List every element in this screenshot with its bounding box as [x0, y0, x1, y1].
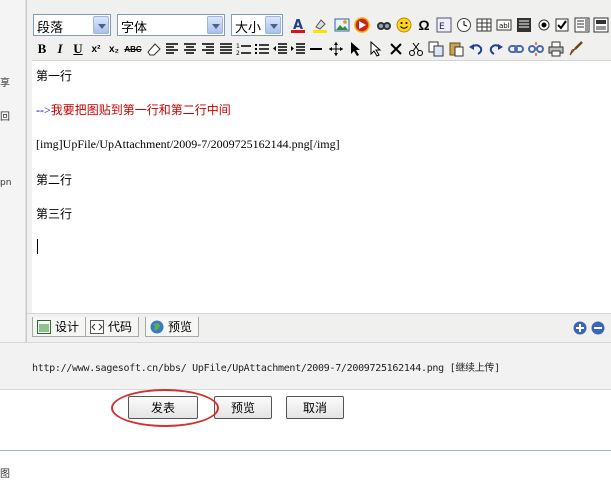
media-icon[interactable]: [515, 16, 533, 34]
collapse-icon[interactable]: [589, 319, 607, 337]
link-icon[interactable]: [507, 40, 525, 58]
align-right-icon[interactable]: [199, 40, 217, 58]
text-field-icon[interactable]: abl: [495, 16, 513, 34]
italic-icon[interactable]: I: [51, 40, 69, 58]
post-editor-page: 享 回 pn 0 段落 字体 大小 A: [0, 0, 611, 480]
attachment-path[interactable]: http://www.sagesoft.cn/bbs/ UpFile/UpAtt…: [32, 359, 500, 374]
tab-design-label: 设计: [55, 320, 80, 334]
outdent-icon[interactable]: [271, 40, 289, 58]
editor-content-area[interactable]: 第一行 -->我要把图贴到第一行和第二行中间 [img]UpFile/UpAtt…: [32, 60, 611, 313]
highlight-icon[interactable]: [311, 16, 329, 34]
content-line: 第一行: [36, 69, 73, 83]
highlight-circle: [111, 389, 219, 427]
bold-icon[interactable]: B: [33, 40, 51, 58]
unordered-list-icon[interactable]: [253, 40, 271, 58]
copy-icon[interactable]: [427, 40, 445, 58]
cursor-icon[interactable]: [367, 40, 385, 58]
cross-icon[interactable]: [387, 40, 405, 58]
editor-mode-bar: 设计 代码 预览: [27, 313, 611, 342]
unlink-icon[interactable]: [527, 40, 545, 58]
content-img-tag: [img]UpFile/UpAttachment/2009-7/20097251…: [36, 137, 340, 151]
special-char-icon[interactable]: E: [435, 16, 453, 34]
undo-icon[interactable]: [467, 40, 485, 58]
font-size-select[interactable]: 大小: [231, 14, 283, 36]
content-line: 第二行: [36, 173, 73, 187]
cut-icon[interactable]: [407, 40, 425, 58]
more-icon[interactable]: [592, 16, 610, 34]
toolbar-row-1: 段落 字体 大小 A Ω E abl: [33, 14, 611, 38]
gutter-label: 回: [0, 112, 10, 123]
code-icon: [90, 319, 104, 334]
font-family-select[interactable]: 字体: [117, 14, 225, 36]
tab-design[interactable]: 设计: [32, 317, 87, 337]
cursor-select-icon[interactable]: [347, 40, 365, 58]
brush-icon[interactable]: [567, 40, 585, 58]
redo-icon[interactable]: [487, 40, 505, 58]
omega-icon[interactable]: Ω: [415, 16, 433, 34]
svg-text:2: 2: [236, 50, 240, 57]
tab-code-label: 代码: [108, 320, 133, 334]
checkbox-icon[interactable]: [553, 16, 571, 34]
attachment-row: http://www.sagesoft.cn/bbs/ UpFile/UpAtt…: [0, 342, 611, 390]
svg-text:E: E: [439, 22, 445, 32]
subscript-icon[interactable]: x₂: [105, 40, 123, 58]
globe-icon: [150, 320, 164, 333]
content-line: 第三行: [36, 207, 73, 221]
eraser-icon[interactable]: [145, 40, 163, 58]
strikethrough-icon[interactable]: ABC: [124, 40, 142, 58]
align-center-icon[interactable]: [181, 40, 199, 58]
cancel-button[interactable]: 取消: [286, 396, 344, 419]
find-icon[interactable]: [375, 16, 393, 34]
image-icon[interactable]: [333, 16, 351, 34]
indent-icon[interactable]: [289, 40, 307, 58]
chevron-down-icon[interactable]: [207, 16, 223, 34]
footer-label: 图: [0, 469, 10, 480]
align-left-icon[interactable]: [163, 40, 181, 58]
justify-icon[interactable]: [217, 40, 235, 58]
left-gutter: 享 回 pn 0: [0, 0, 26, 390]
underline-icon[interactable]: U: [69, 40, 87, 58]
paste-icon[interactable]: [447, 40, 465, 58]
action-buttons-row: 发表 预览 取消: [0, 390, 611, 428]
content-arrow: -->: [36, 103, 51, 117]
gutter-label: pn: [0, 178, 12, 188]
ordered-list-icon[interactable]: 12: [235, 40, 253, 58]
table-icon[interactable]: [475, 16, 493, 34]
font-size-value: 大小: [235, 21, 262, 36]
paragraph-format-select[interactable]: 段落: [33, 14, 111, 36]
smiley-icon[interactable]: [395, 16, 413, 34]
textarea-icon[interactable]: [573, 16, 591, 34]
svg-text:1: 1: [236, 43, 240, 50]
tab-preview[interactable]: 预览: [145, 317, 200, 337]
font-family-value: 字体: [121, 21, 148, 36]
gutter-label: 享: [0, 78, 10, 89]
move-icon[interactable]: [327, 40, 345, 58]
rich-text-editor: 段落 字体 大小 A Ω E abl B I U x² x₂ ABC 1 2 第…: [26, 0, 611, 342]
print-icon[interactable]: [547, 40, 565, 58]
chevron-down-icon[interactable]: [93, 16, 109, 34]
flash-icon[interactable]: [353, 16, 371, 34]
radio-icon[interactable]: [535, 16, 553, 34]
chevron-down-icon[interactable]: [265, 16, 281, 34]
preview-button[interactable]: 预览: [214, 396, 272, 419]
toolbar-row-2: B I U x² x₂ ABC 12: [33, 40, 611, 60]
paragraph-format-value: 段落: [37, 21, 64, 36]
font-color-icon[interactable]: A: [289, 16, 307, 34]
clock-icon[interactable]: [455, 16, 473, 34]
expand-icon[interactable]: [571, 319, 589, 337]
tab-code[interactable]: 代码: [85, 317, 140, 337]
tab-preview-label: 预览: [168, 320, 193, 334]
content-red-text: 我要把图贴到第一行和第二行中间: [50, 103, 231, 117]
content-line-2: -->我要把图贴到第一行和第二行中间: [36, 101, 231, 118]
text-caret: [37, 239, 38, 254]
svg-text:abl: abl: [499, 22, 510, 30]
superscript-icon[interactable]: x²: [87, 40, 105, 58]
section-divider: [0, 450, 611, 451]
hr-icon[interactable]: [307, 40, 325, 58]
design-icon: [37, 319, 51, 334]
